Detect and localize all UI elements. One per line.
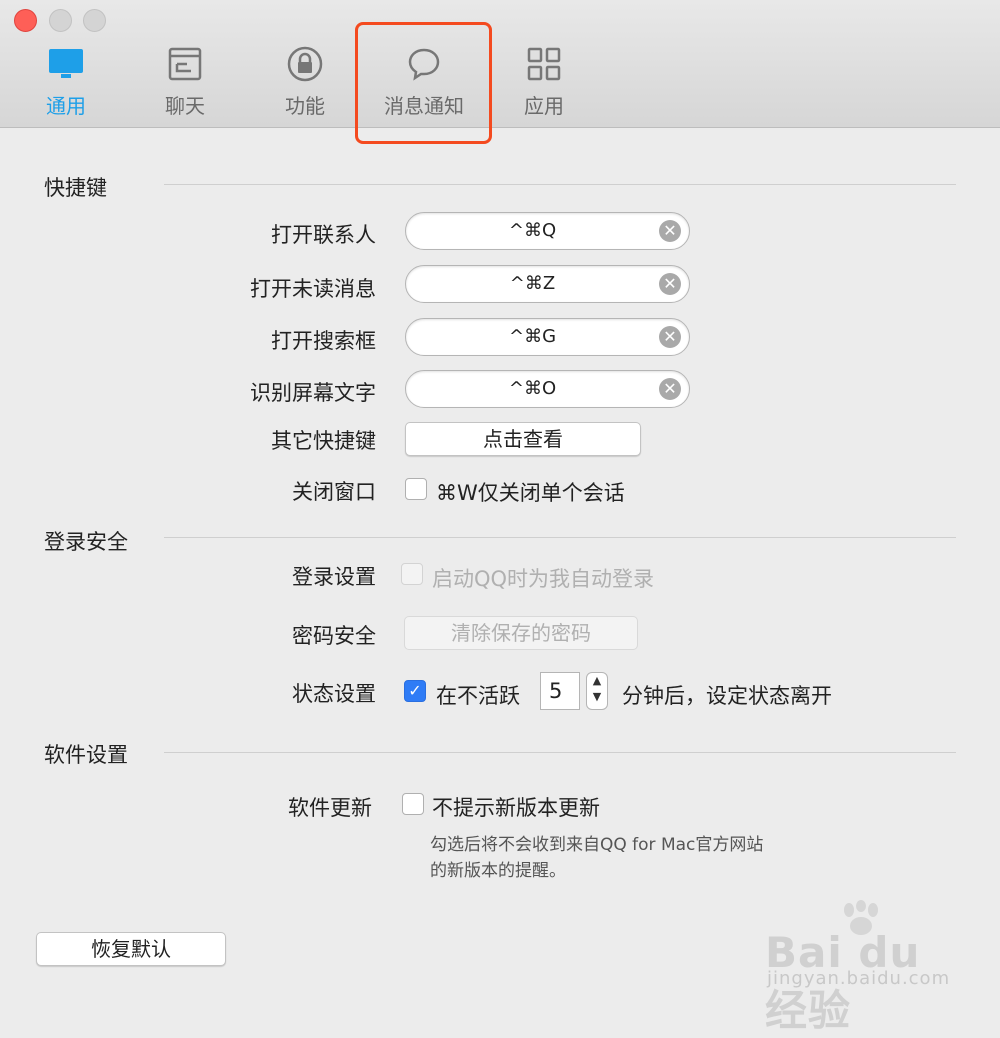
shortcut-field-contacts[interactable]: ^⌘Q ✕: [405, 212, 690, 250]
shortcut-label: 识别屏幕文字: [250, 381, 376, 405]
toolbar: 通用 聊天 功能 消息通知 应用: [0, 0, 1000, 144]
shortcut-value: ^⌘O: [508, 378, 557, 399]
shortcut-value: ^⌘G: [508, 326, 557, 347]
shortcut-field-unread[interactable]: ^⌘Z ✕: [405, 265, 690, 303]
shortcut-label: 打开未读消息: [250, 277, 376, 301]
tab-label: 通用: [46, 94, 86, 118]
clear-icon[interactable]: ✕: [659, 273, 681, 295]
close-session-option: ⌘W仅关闭单个会话: [436, 481, 625, 505]
shortcut-label: 打开搜索框: [271, 329, 376, 353]
tab-chat[interactable]: 聊天: [135, 46, 235, 119]
chevron-up-icon[interactable]: ▲: [593, 674, 601, 687]
section-title-software: 软件设置: [44, 743, 128, 767]
zoom-window-button[interactable]: [83, 9, 106, 32]
section-divider: [164, 752, 956, 753]
watermark-url: jingyan.baidu.com: [767, 968, 951, 989]
view-shortcuts-button[interactable]: 点击查看: [405, 422, 641, 456]
section-divider: [164, 184, 956, 185]
tab-features[interactable]: 功能: [255, 46, 355, 119]
tab-label: 应用: [524, 94, 564, 118]
clear-icon[interactable]: ✕: [659, 220, 681, 242]
section-title-security: 登录安全: [44, 530, 128, 554]
no-update-prompt-checkbox[interactable]: [402, 793, 424, 815]
preferences-window: 通用 聊天 功能 消息通知 应用 快捷键 打开联系人 ^⌘Q ✕ 打开未读消息 …: [0, 0, 1000, 1035]
update-note-line: 的新版本的提醒。: [430, 861, 566, 881]
checkmark-icon: ✓: [408, 681, 422, 700]
clear-password-button[interactable]: 清除保存的密码: [404, 616, 638, 650]
tab-label: 功能: [285, 94, 325, 118]
clear-icon[interactable]: ✕: [659, 378, 681, 400]
shortcut-value: ^⌘Q: [508, 220, 557, 241]
restore-defaults-button[interactable]: 恢复默认: [36, 932, 226, 966]
chat-window-icon: [135, 46, 235, 82]
auto-away-checkbox[interactable]: ✓: [404, 680, 426, 702]
away-minutes-input[interactable]: 5: [540, 672, 580, 710]
section-divider: [164, 537, 956, 538]
tab-general[interactable]: 通用: [16, 46, 116, 119]
update-note-line: 勾选后将不会收到来自QQ for Mac官方网站: [430, 835, 764, 855]
lock-icon: [255, 46, 355, 82]
status-suffix-text: 分钟后，设定状态离开: [622, 684, 832, 708]
shortcut-field-search[interactable]: ^⌘G ✕: [405, 318, 690, 356]
login-settings-label: 登录设置: [292, 565, 376, 589]
minutes-stepper[interactable]: ▲ ▼: [586, 672, 608, 710]
tab-apps[interactable]: 应用: [494, 46, 594, 119]
clear-icon[interactable]: ✕: [659, 326, 681, 348]
shortcut-label: 打开联系人: [271, 223, 376, 247]
monitor-icon: [16, 46, 116, 82]
annotation-highlight-box: [355, 22, 492, 144]
close-window-label: 关闭窗口: [292, 480, 376, 504]
apps-grid-icon: [494, 46, 594, 82]
auto-login-option: 启动QQ时为我自动登录: [432, 567, 655, 591]
other-shortcuts-label: 其它快捷键: [271, 429, 376, 453]
close-session-checkbox[interactable]: [405, 478, 427, 500]
status-prefix-text: 在不活跃: [436, 684, 520, 708]
status-settings-label: 状态设置: [292, 682, 376, 706]
no-update-prompt-option: 不提示新版本更新: [432, 796, 600, 820]
baidu-jingyan-watermark: Bai du 经验 jingyan.baidu.com: [765, 900, 955, 1035]
chevron-down-icon[interactable]: ▼: [593, 690, 601, 703]
shortcut-field-ocr[interactable]: ^⌘O ✕: [405, 370, 690, 408]
section-title-shortcuts: 快捷键: [44, 176, 107, 200]
close-window-button[interactable]: [14, 9, 37, 32]
password-security-label: 密码安全: [292, 624, 376, 648]
shortcut-value: ^⌘Z: [509, 273, 556, 294]
software-update-label: 软件更新: [288, 796, 372, 820]
tab-label: 聊天: [165, 94, 205, 118]
update-note: 勾选后将不会收到来自QQ for Mac官方网站 的新版本的提醒。: [430, 832, 763, 884]
minimize-window-button[interactable]: [49, 9, 72, 32]
auto-login-checkbox[interactable]: [401, 563, 423, 585]
